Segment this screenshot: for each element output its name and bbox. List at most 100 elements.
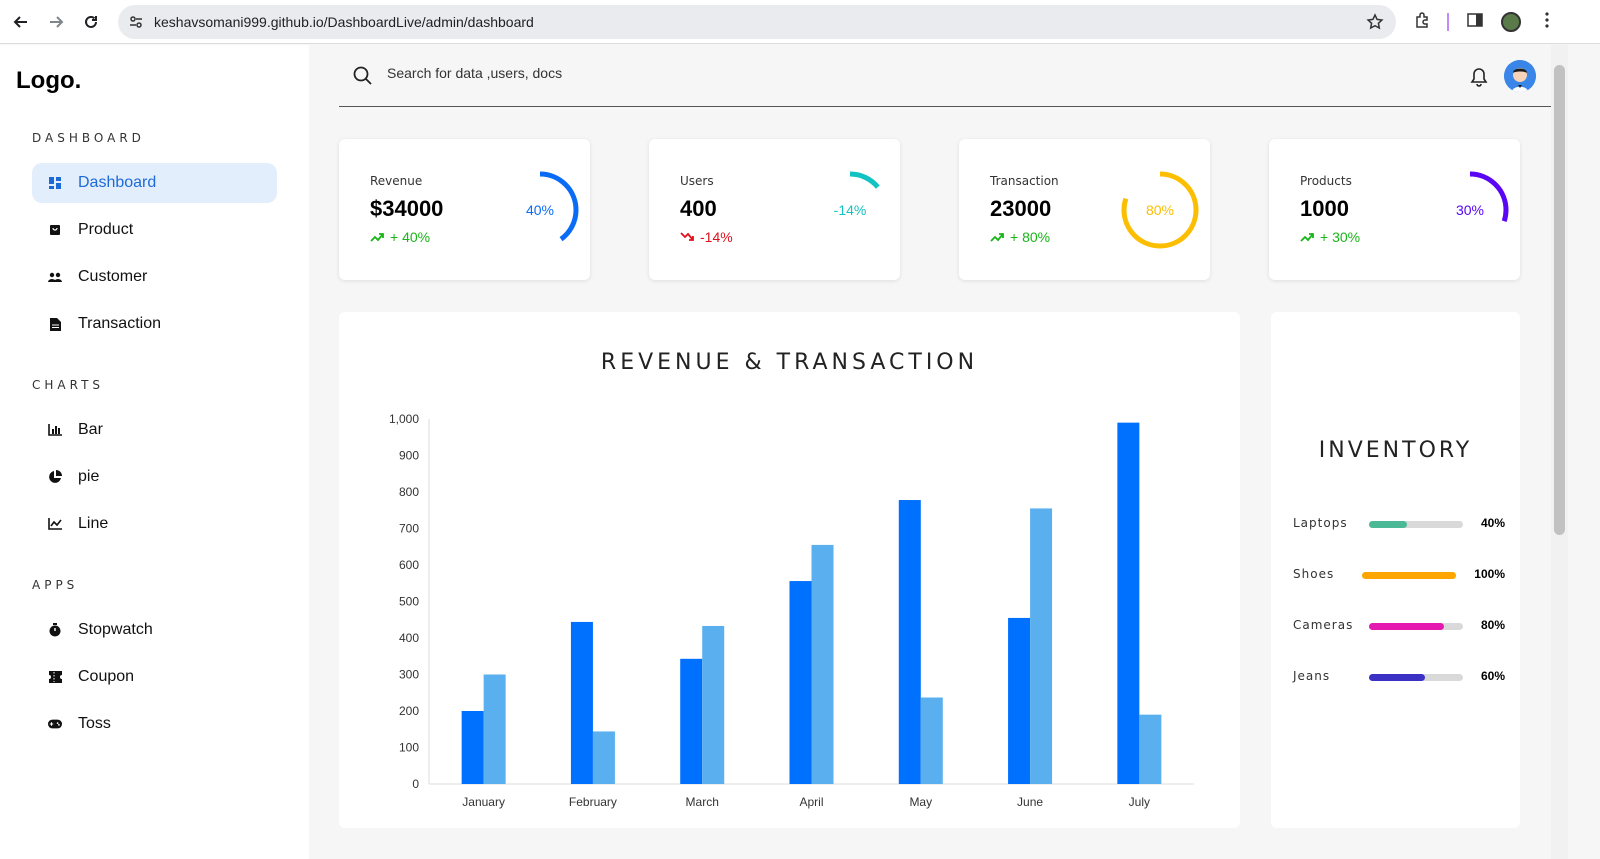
side-panel-icon[interactable] <box>1466 11 1484 34</box>
bar-february-series-1 <box>570 621 593 784</box>
inventory-percent: 80% <box>1480 618 1505 632</box>
stat-card-users: Users 400 -14% -14% <box>649 139 900 280</box>
progress-ring: 80% <box>1119 169 1201 251</box>
sidebar-item-stopwatch[interactable]: Stopwatch <box>32 610 277 650</box>
inventory-bar-fill <box>1362 572 1456 579</box>
bar-april-series-1 <box>789 581 812 784</box>
progress-ring-label: -14% <box>833 202 867 218</box>
sidebar-item-dashboard[interactable]: Dashboard <box>32 163 277 203</box>
forward-icon[interactable] <box>45 11 67 33</box>
coupon-icon <box>48 670 62 684</box>
line-chart-icon <box>48 517 62 531</box>
inventory-label: Cameras <box>1293 618 1354 632</box>
bar-june-series-2 <box>1030 508 1053 784</box>
inventory-bar <box>1369 521 1463 528</box>
avatar[interactable] <box>1504 60 1536 92</box>
bar-july-series-2 <box>1139 714 1162 784</box>
sidebar-item-pie[interactable]: pie <box>32 457 277 497</box>
menu-kebab-icon[interactable] <box>1538 11 1556 34</box>
extensions-icon[interactable] <box>1414 11 1432 34</box>
sidebar-item-label: Toss <box>78 715 111 732</box>
y-tick-label: 600 <box>399 558 419 572</box>
stat-change: + 80% <box>990 229 1050 245</box>
stat-value: 400 <box>680 196 717 221</box>
x-tick-label: April <box>799 795 823 809</box>
bell-icon[interactable] <box>1470 67 1488 92</box>
y-tick-label: 0 <box>412 777 419 791</box>
inventory-card: INVENTORY Laptops 40% Shoes 100% Cameras… <box>1271 312 1520 828</box>
profile-avatar-icon[interactable] <box>1501 12 1521 32</box>
sidebar-item-label: pie <box>78 468 100 485</box>
y-tick-label: 200 <box>399 704 419 718</box>
search-input[interactable] <box>387 65 787 81</box>
sidebar-item-coupon[interactable]: Coupon <box>32 657 277 697</box>
section-title-charts: CHARTS <box>32 378 105 392</box>
sidebar-item-label: Product <box>78 221 134 238</box>
bar-may-series-1 <box>898 500 921 784</box>
sidebar-item-label: Customer <box>78 268 148 285</box>
progress-ring-label: 80% <box>1145 202 1175 218</box>
scrollbar-thumb[interactable] <box>1554 65 1565 535</box>
y-tick-label: 500 <box>399 595 419 609</box>
bar-june-series-1 <box>1008 617 1031 784</box>
trending-up-icon <box>370 229 384 245</box>
sidebar-item-label: Bar <box>78 421 103 438</box>
y-tick-label: 1,000 <box>389 412 419 426</box>
bar-chart-icon <box>48 423 62 437</box>
x-tick-label: May <box>909 795 932 809</box>
y-tick-label: 900 <box>399 449 419 463</box>
revenue-transaction-chart-card: REVENUE & TRANSACTION 0 100 200 300 400 500 60… <box>339 312 1240 828</box>
stat-label: Products <box>1300 174 1352 188</box>
sidebar-item-line[interactable]: Line <box>32 504 277 544</box>
site-settings-icon[interactable] <box>128 14 144 35</box>
dashboard-icon <box>48 176 62 190</box>
reload-icon[interactable] <box>80 11 102 33</box>
section-title-dashboard: DASHBOARD <box>32 131 145 145</box>
document-icon <box>48 317 62 331</box>
inventory-label: Laptops <box>1293 516 1348 530</box>
search-icon <box>353 66 373 91</box>
page-scrollbar[interactable] <box>1551 45 1568 859</box>
bookmark-star-icon[interactable] <box>1366 13 1384 36</box>
x-tick-label: June <box>1017 795 1043 809</box>
sidebar-item-label: Transaction <box>78 315 161 332</box>
separator <box>1447 13 1449 31</box>
browser-toolbar: keshavsomani999.github.io/DashboardLive/… <box>0 0 1600 44</box>
inventory-row-laptops: Laptops 40% <box>1293 514 1505 534</box>
address-bar[interactable]: keshavsomani999.github.io/DashboardLive/… <box>118 5 1396 39</box>
sidebar-item-toss[interactable]: Toss <box>32 704 277 744</box>
trending-up-icon <box>1300 229 1314 245</box>
back-icon[interactable] <box>10 11 32 33</box>
stat-card-revenue: Revenue $34000 + 40% 40% <box>339 139 590 280</box>
logo: Logo. <box>16 67 82 94</box>
sidebar: Logo. DASHBOARD Dashboard Product Custom… <box>0 45 309 859</box>
y-tick-label: 100 <box>399 741 419 755</box>
stat-label: Transaction <box>990 174 1059 188</box>
inventory-row-jeans: Jeans 60% <box>1293 667 1505 687</box>
progress-ring-label: 30% <box>1455 202 1485 218</box>
sidebar-item-customer[interactable]: Customer <box>32 257 277 297</box>
x-tick-label: March <box>686 795 719 809</box>
bar-chart: 0 100 200 300 400 500 600 700 800 900 1,000 January… <box>389 412 1194 809</box>
sidebar-item-label: Line <box>78 515 109 532</box>
sidebar-item-label: Coupon <box>78 668 135 685</box>
sidebar-item-bar[interactable]: Bar <box>32 410 277 450</box>
sidebar-item-transaction[interactable]: Transaction <box>32 304 277 344</box>
inventory-bar-fill <box>1369 623 1445 630</box>
sidebar-item-label: Dashboard <box>78 174 157 191</box>
stat-label: Revenue <box>370 174 423 188</box>
progress-ring: 40% <box>499 169 581 251</box>
stat-change: + 30% <box>1300 229 1360 245</box>
stat-card-transaction: Transaction 23000 + 80% 80% <box>959 139 1210 280</box>
stat-change-text: + 30% <box>1320 229 1361 245</box>
trending-down-icon <box>680 229 694 245</box>
stat-value: 1000 <box>1300 196 1349 221</box>
y-tick-label: 700 <box>399 522 419 536</box>
url-text: keshavsomani999.github.io/DashboardLive/… <box>154 14 534 30</box>
progress-ring: 30% <box>1429 169 1511 251</box>
gamepad-icon <box>48 717 62 731</box>
section-title-apps: APPS <box>32 578 79 592</box>
sidebar-item-product[interactable]: Product <box>32 210 277 250</box>
inventory-row-cameras: Cameras 80% <box>1293 616 1505 636</box>
sidebar-item-label: Stopwatch <box>78 621 153 638</box>
